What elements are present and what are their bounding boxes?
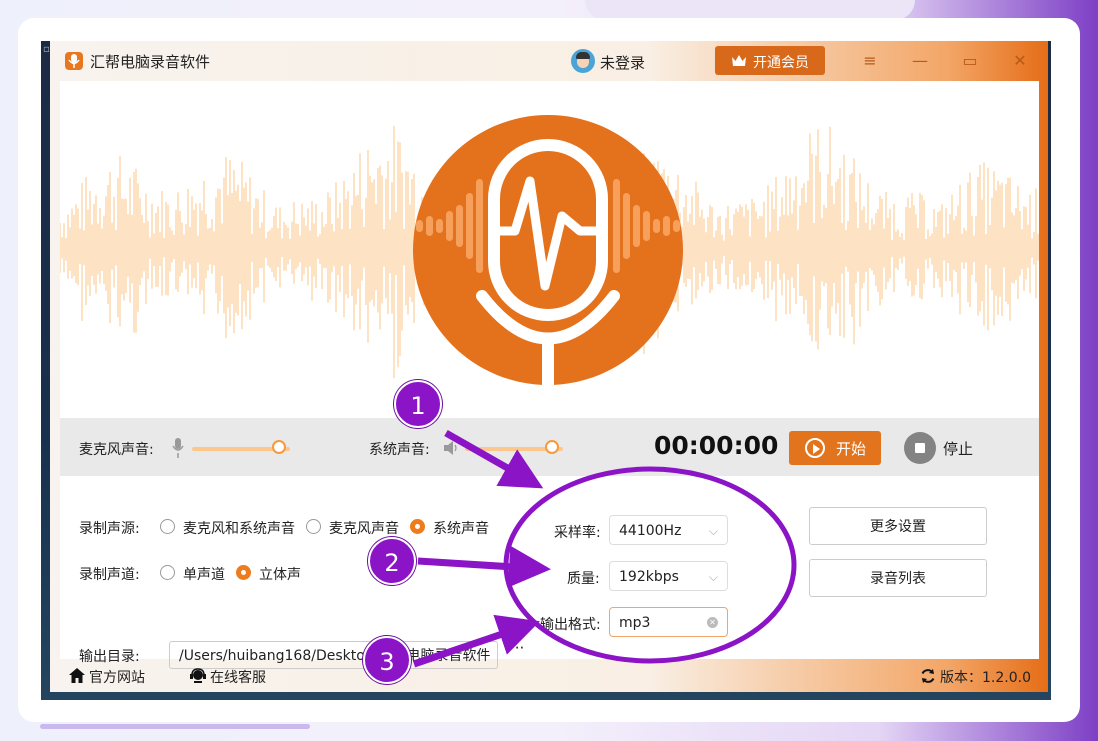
annotation-arrow-2 <box>417 545 551 588</box>
annotation-arrow-1 <box>444 429 544 489</box>
highlight-ellipse <box>503 466 797 664</box>
annotation-badge-3: 3 <box>363 636 411 684</box>
annotation-arrow-3 <box>412 614 540 668</box>
annotation-badge-2: 2 <box>368 537 416 585</box>
annotation-badge-1: 1 <box>394 380 442 428</box>
annotation-overlay <box>412 429 797 668</box>
